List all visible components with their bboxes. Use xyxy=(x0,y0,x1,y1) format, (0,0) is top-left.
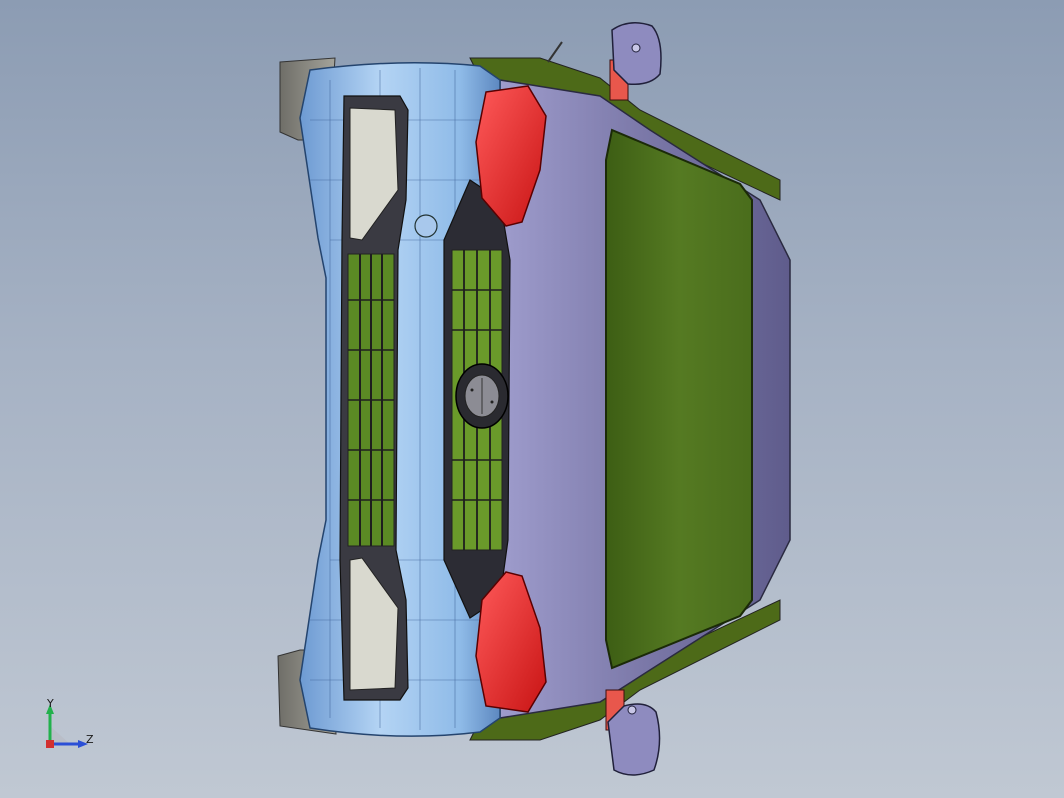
car-model[interactable] xyxy=(0,0,1064,798)
antenna xyxy=(547,41,563,63)
emblem-icon xyxy=(455,363,509,429)
mirror-top xyxy=(609,22,662,101)
y-axis-label: Y xyxy=(47,697,54,710)
windshield xyxy=(605,128,753,670)
lower-grille-insert xyxy=(347,253,395,547)
z-axis-label: Z xyxy=(86,733,94,746)
mirror-bottom xyxy=(605,689,661,776)
axis-triad: Y Z xyxy=(36,696,106,756)
graphics-viewport[interactable]: Y Z xyxy=(0,0,1064,798)
tow-hook-cover xyxy=(414,214,438,238)
